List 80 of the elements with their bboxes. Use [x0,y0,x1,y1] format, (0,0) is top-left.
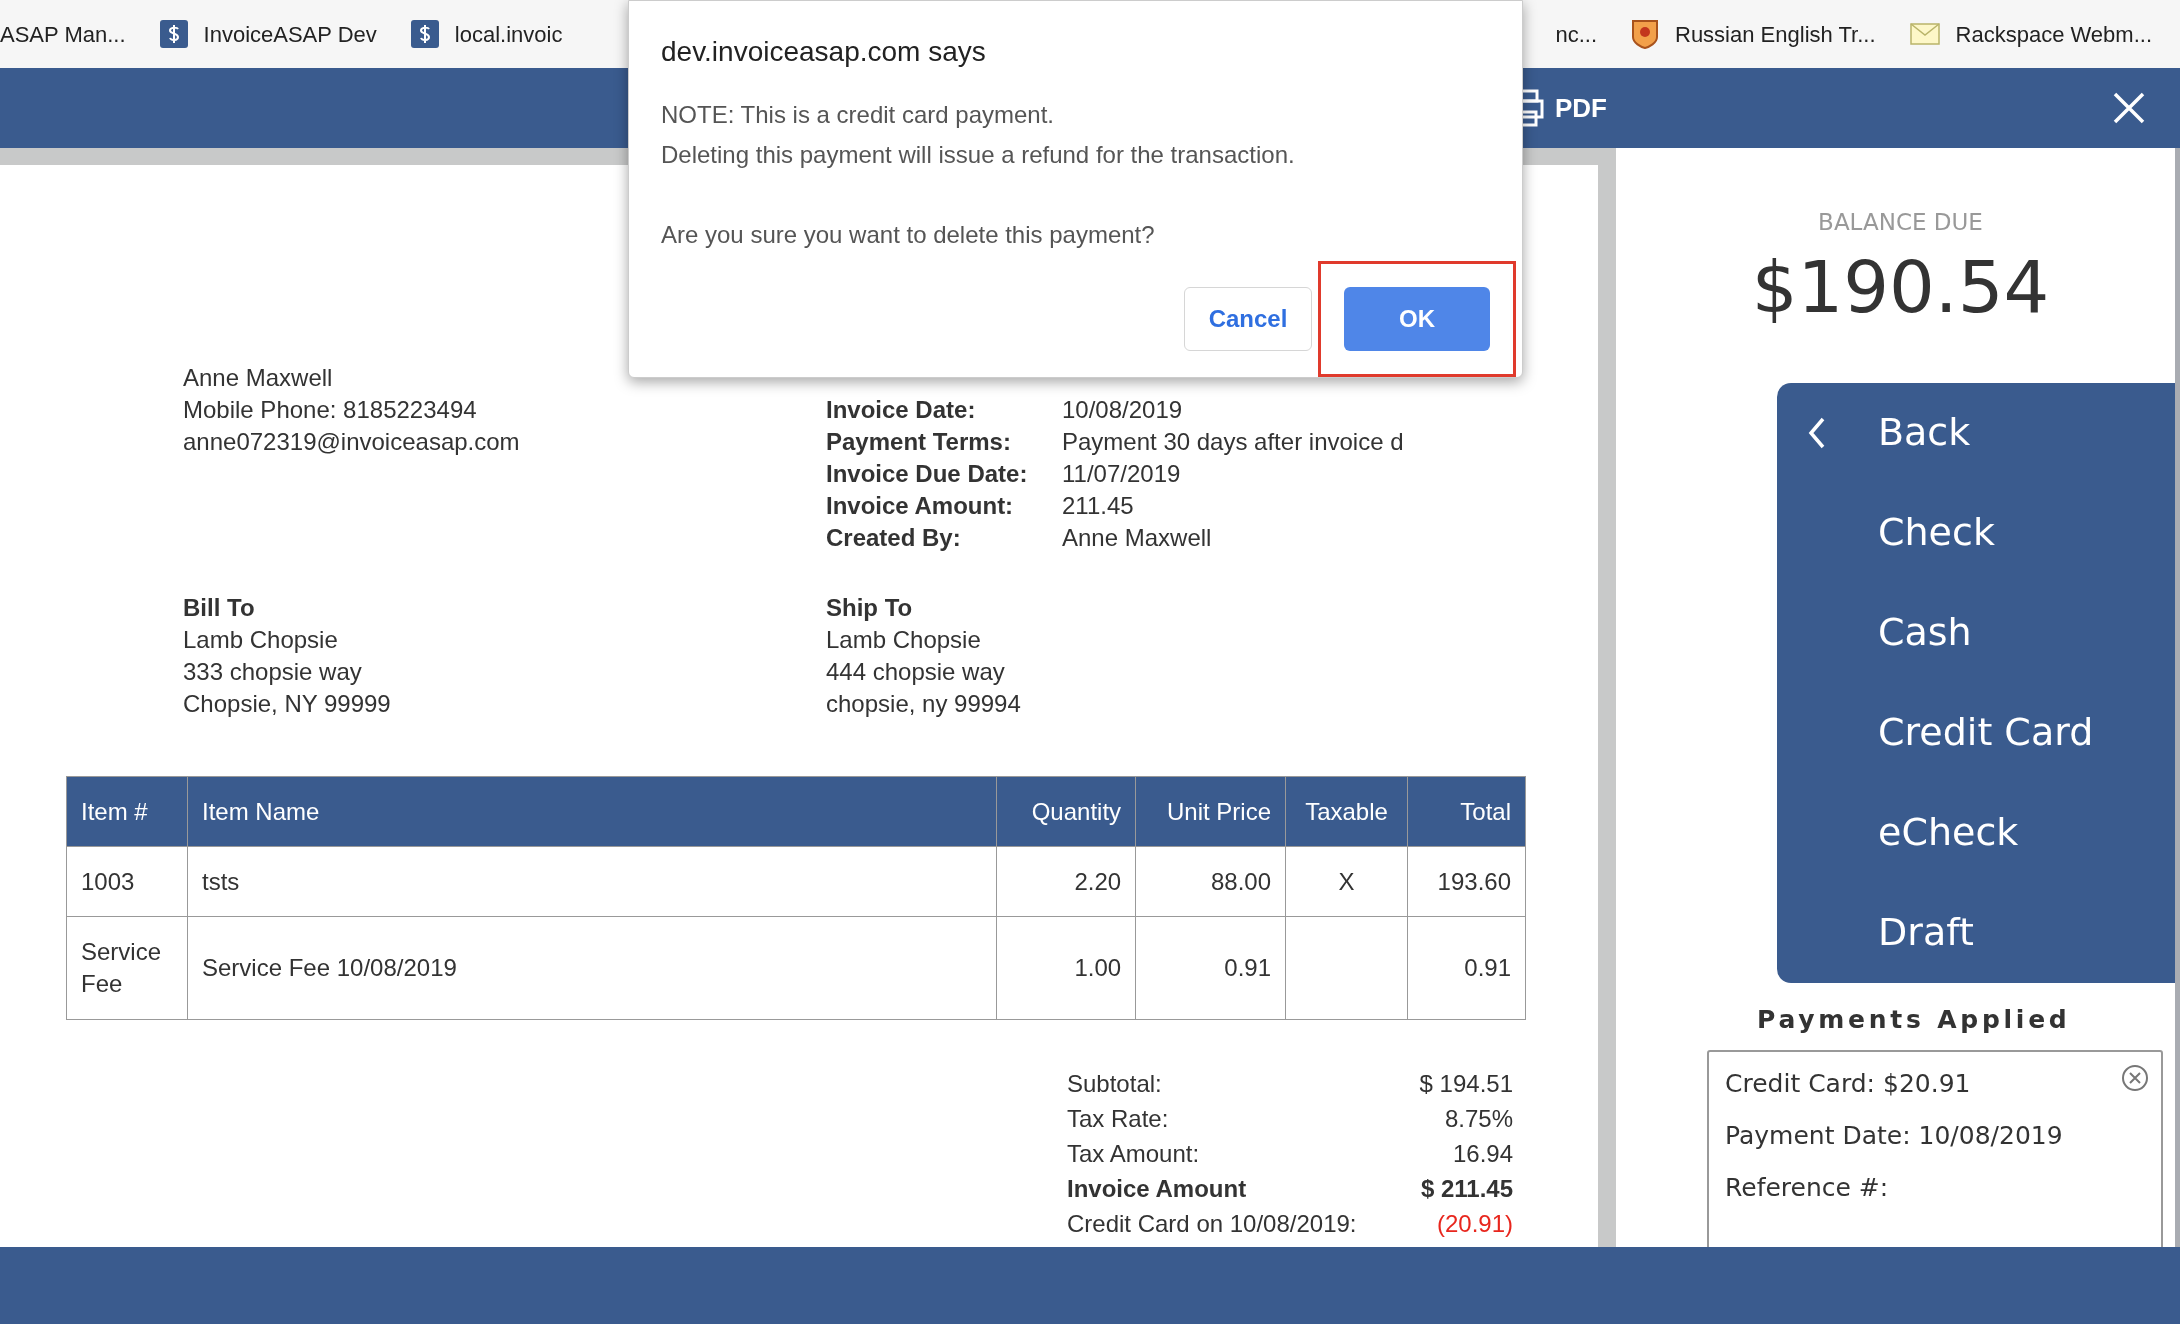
payments-applied-heading: Payments Applied [1757,1003,2071,1036]
bookmark-link[interactable]: local.invoic [454,17,563,51]
bookmark-link[interactable]: Russian English Tr... [1675,17,1876,51]
column-header: Quantity [996,776,1136,847]
total-label: Subtotal: [1067,1069,1162,1099]
column-header: Taxable [1285,776,1408,847]
table-cell: Service Fee [66,916,188,1020]
column-header: Total [1407,776,1526,847]
table-cell: 193.60 [1407,846,1526,917]
menu-item[interactable]: Back [1777,382,2175,483]
total-value: $ 211.45 [1420,1174,1513,1204]
ok-button[interactable]: OK [1344,287,1490,351]
dialog-message: NOTE: This is a credit card payment. [661,100,1056,130]
address-heading: Bill To [183,593,256,623]
bookmark-link[interactable]: ASAP Man... [0,17,126,51]
bookmark-link[interactable]: nc... [1555,17,1597,51]
table-cell: 2.20 [996,846,1136,917]
balance-amount: $190.54 [1751,243,2050,331]
payment-detail: Credit Card: $20.91 [1725,1068,1971,1100]
detail-value: Anne Maxwell [1062,523,1212,553]
address-line: 444 chopsie way [826,657,1006,687]
address-line: Lamb Chopsie [826,625,982,655]
dollar-icon [159,20,188,48]
detail-label: Invoice Due Date: [826,459,1029,489]
dialog-title: dev.invoiceasap.com says [661,35,987,69]
address-line: Chopsie, NY 99999 [183,689,392,719]
column-header: Item # [66,776,188,847]
detail-value: 10/08/2019 [1062,395,1183,425]
detail-value: 211.45 [1062,491,1134,521]
address-heading: Ship To [826,593,914,623]
close-icon[interactable] [2112,91,2146,125]
bookmark-link[interactable]: InvoiceASAP Dev [203,17,377,51]
menu-item[interactable]: Check [1777,482,2175,583]
detail-value: Payment 30 days after invoice d [1062,427,1404,457]
sender-info-line: anne072319@invoiceasap.com [183,427,521,457]
dialog-question: Are you sure you want to delete this payment? [661,220,1156,250]
total-value: $ 194.51 [1419,1069,1513,1099]
column-header: Unit Price [1135,776,1286,847]
menu-item[interactable]: Credit Card [1777,682,2175,783]
table-cell: Service Fee 10/08/2019 [187,916,997,1020]
address-line: Lamb Chopsie [183,625,339,655]
remove-icon[interactable] [2121,1064,2149,1092]
total-label: Tax Rate: [1067,1104,1169,1134]
table-cell: tsts [187,846,997,917]
table-cell: X [1285,846,1408,917]
menu-item[interactable]: Cash [1777,582,2175,683]
table-cell: 1003 [66,846,188,917]
total-label: Credit Card on 10/08/2019: [1067,1209,1357,1239]
sender-info-line: Anne Maxwell [183,363,334,393]
table-cell: 0.91 [1407,916,1526,1020]
detail-label: Invoice Amount: [826,491,1015,521]
column-header: Item Name [187,776,997,847]
total-value: (20.91) [1436,1209,1513,1239]
dialog-message: Deleting this payment will issue a refund for the transaction. [661,140,1296,170]
menu-item[interactable]: Draft [1777,882,2175,983]
back-chevron-icon [1808,415,1826,450]
total-value: 8.75% [1444,1104,1513,1134]
table-cell: 0.91 [1135,916,1286,1020]
sender-info-line: Mobile Phone: 8185223494 [183,395,478,425]
detail-label: Created By: [826,523,962,553]
menu-item[interactable]: eCheck [1777,782,2175,883]
envelope-icon [1909,23,1940,45]
address-line: 333 chopsie way [183,657,363,687]
table-cell: 1.00 [996,916,1136,1020]
payment-detail: Reference #: [1725,1172,1889,1204]
detail-label: Payment Terms: [826,427,1012,457]
total-label: Tax Amount: [1067,1139,1200,1169]
detail-label: Invoice Date: [826,395,977,425]
table-cell: 88.00 [1135,846,1286,917]
detail-value: 11/07/2019 [1062,459,1181,489]
pdf-button[interactable]: PDF [1555,88,1607,128]
payment-detail: Payment Date: 10/08/2019 [1725,1120,2063,1152]
balance-due-label: BALANCE DUE [1818,208,1983,237]
bookmark-link[interactable]: Rackspace Webm... [1955,17,2152,51]
dollar-icon [410,20,439,48]
cancel-button[interactable]: Cancel [1184,287,1312,351]
address-line: chopsie, ny 99994 [826,689,1022,719]
shield-icon [1631,19,1659,49]
total-label: Invoice Amount [1067,1174,1247,1204]
total-value: 16.94 [1452,1139,1513,1169]
